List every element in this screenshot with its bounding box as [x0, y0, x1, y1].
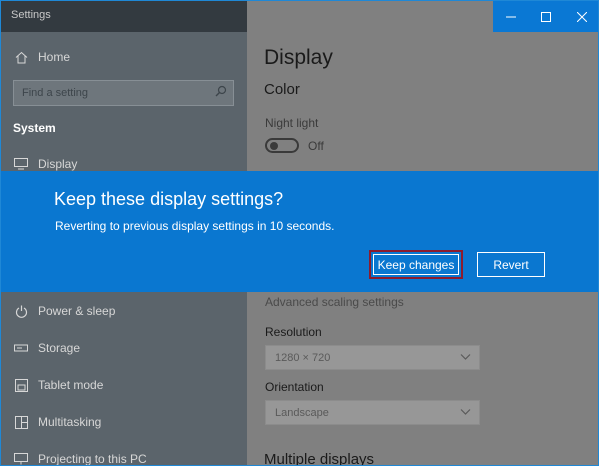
resolution-dropdown[interactable]: 1280 × 720: [265, 345, 480, 370]
tablet-icon: [13, 377, 29, 393]
multiple-displays-heading: Multiple displays: [264, 451, 375, 466]
chevron-down-icon: [460, 406, 471, 420]
keep-changes-label: Keep changes: [373, 254, 459, 275]
sidebar-item-storage[interactable]: Storage: [1, 333, 247, 363]
sidebar-item-home[interactable]: Home: [1, 42, 247, 72]
minimize-button[interactable]: [493, 1, 529, 32]
close-icon: [576, 11, 587, 22]
sidebar-item-multitasking[interactable]: Multitasking: [1, 407, 247, 437]
sidebar-item-label: Display: [38, 157, 78, 171]
sidebar-item-projecting[interactable]: Projecting to this PC: [1, 444, 247, 466]
toggle-knob: [270, 142, 278, 150]
sidebar-item-label: Tablet mode: [38, 378, 104, 392]
dialog-title: Keep these display settings?: [54, 189, 284, 209]
sidebar-item-label: Home: [38, 50, 71, 64]
color-heading: Color: [264, 81, 300, 98]
keep-changes-button[interactable]: Keep changes: [369, 250, 463, 279]
maximize-button[interactable]: [529, 1, 565, 32]
sidebar-item-label: Multitasking: [38, 415, 102, 429]
search-input[interactable]: [22, 85, 202, 101]
sidebar-item-label: Power & sleep: [38, 304, 116, 318]
orientation-dropdown[interactable]: Landscape: [265, 400, 480, 425]
minimize-icon: [505, 16, 516, 17]
power-icon: [13, 303, 29, 319]
advanced-scaling-link[interactable]: Advanced scaling settings: [265, 295, 404, 309]
night-light-state: Off: [308, 139, 324, 153]
search-box[interactable]: [13, 80, 234, 106]
sidebar-item-tablet-mode[interactable]: Tablet mode: [1, 370, 247, 400]
resolution-label: Resolution: [265, 325, 322, 339]
resolution-value: 1280 × 720: [275, 352, 331, 364]
storage-icon: [13, 340, 29, 356]
revert-button[interactable]: Revert: [477, 252, 545, 277]
night-light-toggle[interactable]: [265, 138, 299, 153]
orientation-label: Orientation: [265, 380, 324, 394]
window-title: Settings: [11, 9, 51, 21]
sidebar-section-title: System: [13, 121, 56, 135]
multitasking-icon: [13, 414, 29, 430]
monitor-icon: [13, 156, 29, 172]
home-icon: [13, 49, 29, 65]
sidebar-item-label: Projecting to this PC: [38, 452, 147, 466]
sidebar-item-power-sleep[interactable]: Power & sleep: [1, 296, 247, 326]
settings-window: Settings Home System: [0, 0, 599, 466]
keep-settings-dialog: Keep these display settings? Reverting t…: [1, 171, 598, 292]
orientation-value: Landscape: [275, 407, 329, 419]
sidebar-item-label: Storage: [38, 341, 81, 355]
search-icon[interactable]: [215, 85, 227, 100]
page-title: Display: [264, 46, 333, 69]
maximize-icon: [541, 11, 552, 22]
projecting-icon: [13, 451, 29, 465]
chevron-down-icon: [460, 351, 471, 365]
title-bar: Settings: [1, 1, 598, 32]
close-button[interactable]: [564, 1, 598, 32]
night-light-label: Night light: [265, 116, 319, 130]
dialog-message: Reverting to previous display settings i…: [55, 219, 335, 233]
